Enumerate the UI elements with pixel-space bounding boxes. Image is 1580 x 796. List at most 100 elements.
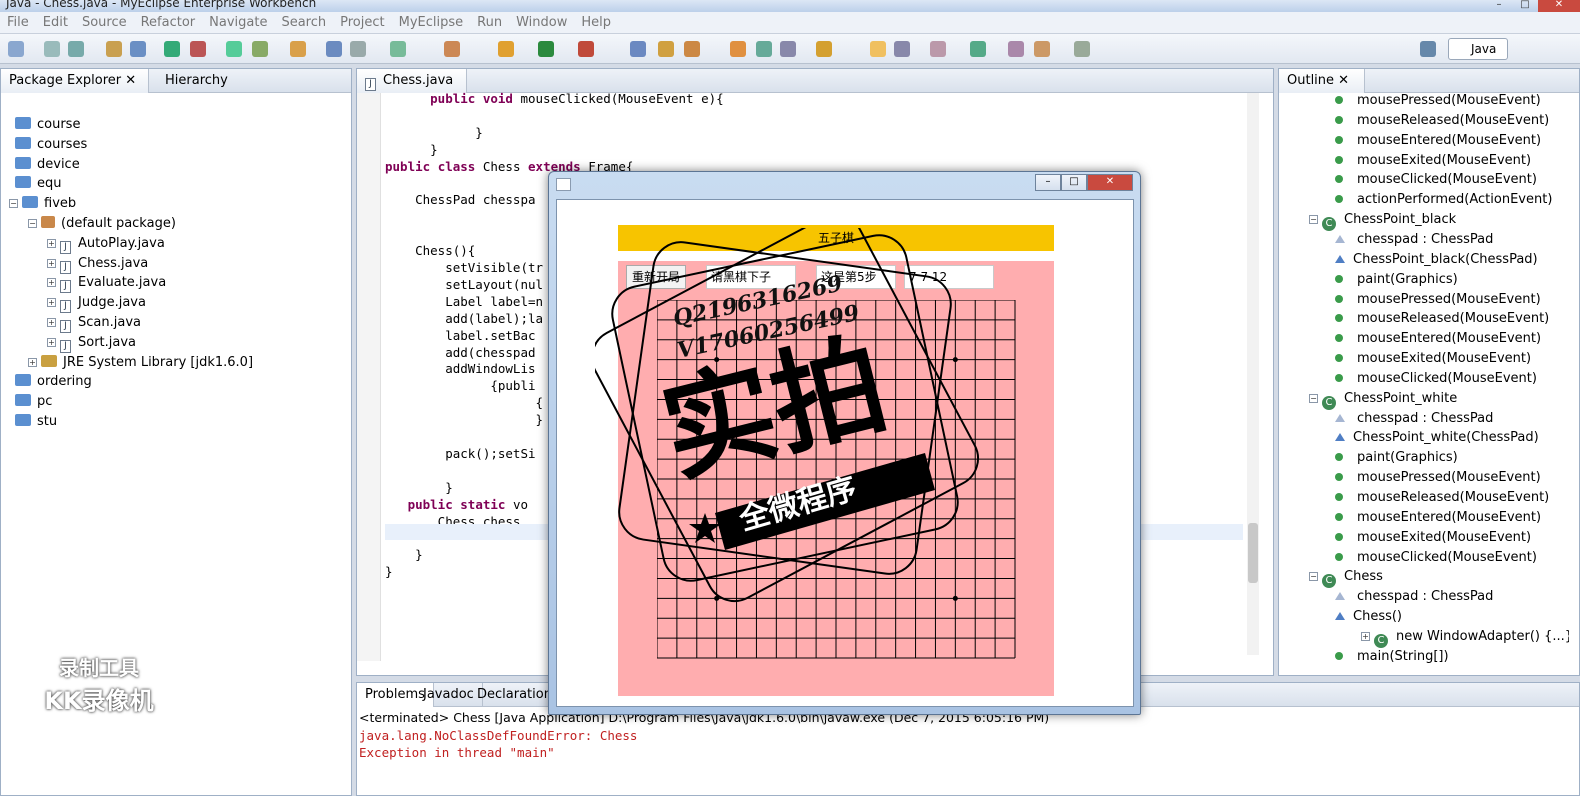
toolbar-icon[interactable]: [390, 41, 406, 57]
toolbar-icon[interactable]: [684, 41, 700, 57]
tree-item[interactable]: ordering: [15, 372, 92, 392]
toolbar-icon[interactable]: [630, 41, 646, 57]
close-icon[interactable]: ✕: [1087, 174, 1133, 191]
outline-item[interactable]: mouseClicked(MouseEvent): [1335, 548, 1537, 568]
collapse-icon[interactable]: −: [1309, 572, 1318, 582]
outline-item[interactable]: mouseReleased(MouseEvent): [1335, 309, 1549, 329]
toolbar-icon[interactable]: [226, 41, 242, 57]
toolbar-icon[interactable]: [1074, 41, 1090, 57]
tree-item[interactable]: + J Evaluate.java: [47, 273, 166, 294]
expand-icon[interactable]: +: [28, 357, 37, 367]
collapse-icon[interactable]: −: [9, 199, 18, 209]
outline-item[interactable]: ChessPoint_white(ChessPad): [1335, 428, 1539, 448]
maximize-icon[interactable]: □: [1061, 174, 1087, 191]
toolbar-icon[interactable]: [1008, 41, 1024, 57]
toolbar-icon[interactable]: [894, 41, 910, 57]
toolbar-icon[interactable]: [1034, 41, 1050, 57]
menu-item-run[interactable]: Run: [470, 15, 509, 30]
outline-item[interactable]: Chess(): [1335, 607, 1402, 627]
outline-item[interactable]: mouseEntered(MouseEvent): [1335, 329, 1541, 349]
collapse-icon[interactable]: −: [28, 219, 37, 228]
toolbar-icon[interactable]: [756, 41, 772, 57]
toolbar-icon[interactable]: [8, 41, 24, 57]
outline-item[interactable]: chesspad : ChessPad: [1335, 409, 1493, 429]
toolbar-icon[interactable]: [106, 41, 122, 57]
expand-icon[interactable]: +: [47, 278, 56, 288]
tree-item[interactable]: device: [15, 155, 80, 175]
expand-icon[interactable]: +: [47, 238, 56, 248]
tree-item[interactable]: + JRE System Library [jdk1.6.0]: [28, 353, 253, 373]
menu-item-source[interactable]: Source: [75, 15, 134, 30]
close-icon[interactable]: ✕: [1538, 0, 1580, 12]
toolbar-icon[interactable]: [498, 41, 514, 57]
outline-item[interactable]: − C ChessPoint_white: [1309, 389, 1457, 410]
toolbar-icon[interactable]: [658, 41, 674, 57]
outline-item[interactable]: mouseEntered(MouseEvent): [1335, 131, 1541, 151]
tree-item[interactable]: + J Sort.java: [47, 333, 136, 353]
menu-item-window[interactable]: Window: [509, 15, 574, 30]
toolbar-icon[interactable]: [68, 41, 84, 57]
tree-item[interactable]: stu: [15, 412, 57, 432]
outline-item[interactable]: mousePressed(MouseEvent): [1335, 468, 1541, 488]
toolbar-icon[interactable]: [970, 41, 986, 57]
expand-icon[interactable]: +: [47, 298, 56, 308]
outline-item[interactable]: mouseExited(MouseEvent): [1335, 349, 1531, 369]
tree-item[interactable]: + J Chess.java: [47, 254, 148, 274]
maximize-icon[interactable]: □: [1512, 0, 1538, 12]
toolbar-icon[interactable]: [290, 41, 306, 57]
expand-icon[interactable]: +: [47, 337, 56, 347]
menu-item-search[interactable]: Search: [274, 15, 333, 30]
toolbar-icon[interactable]: [578, 41, 594, 57]
toolbar-icon[interactable]: [326, 41, 342, 57]
menu-item-refactor[interactable]: Refactor: [134, 15, 203, 30]
outline-item[interactable]: mouseClicked(MouseEvent): [1335, 369, 1537, 389]
minimize-icon[interactable]: –: [1486, 0, 1512, 12]
outline-item[interactable]: mouseExited(MouseEvent): [1335, 151, 1531, 171]
expand-icon[interactable]: +: [47, 318, 56, 327]
tab-package-explorer[interactable]: Package Explorer ✕: [1, 69, 149, 93]
outline-item[interactable]: mouseReleased(MouseEvent): [1335, 488, 1549, 508]
outline-item[interactable]: chesspad : ChessPad: [1335, 230, 1493, 250]
expand-icon[interactable]: +: [1361, 631, 1370, 641]
toolbar-icon[interactable]: [870, 41, 886, 57]
outline-item[interactable]: mousePressed(MouseEvent): [1335, 290, 1541, 310]
outline-item[interactable]: mousePressed(MouseEvent): [1335, 91, 1541, 111]
toolbar-icon[interactable]: [816, 41, 832, 57]
outline-item[interactable]: mouseEntered(MouseEvent): [1335, 508, 1541, 528]
java-perspective-button[interactable]: Java: [1448, 38, 1508, 60]
collapse-icon[interactable]: −: [1309, 215, 1318, 225]
expand-icon[interactable]: +: [47, 258, 56, 268]
toolbar-icon[interactable]: [780, 41, 796, 57]
outline-item[interactable]: main(String[]): [1335, 647, 1449, 667]
menu-item-file[interactable]: File: [0, 15, 36, 30]
toolbar-icon[interactable]: [1420, 41, 1436, 57]
menu-item-project[interactable]: Project: [333, 15, 391, 30]
tree-item[interactable]: pc: [15, 392, 52, 412]
outline-item[interactable]: mouseClicked(MouseEvent): [1335, 170, 1537, 190]
tree-item[interactable]: − (default package): [28, 214, 176, 234]
tab-hierarchy[interactable]: Hierarchy: [157, 69, 228, 93]
outline-item[interactable]: chesspad : ChessPad: [1335, 587, 1493, 607]
toolbar-icon[interactable]: [730, 41, 746, 57]
toolbar-icon[interactable]: [350, 41, 366, 57]
tree-item[interactable]: course: [15, 115, 80, 135]
outline-item[interactable]: actionPerformed(ActionEvent): [1335, 190, 1552, 210]
tree-item[interactable]: equ: [15, 174, 62, 194]
tab-chess-java[interactable]: JChess.java ✕: [357, 69, 467, 112]
tree-item[interactable]: courses: [15, 135, 87, 155]
menu-item-navigate[interactable]: Navigate: [202, 15, 274, 30]
toolbar-icon[interactable]: [190, 41, 206, 57]
toolbar-icon[interactable]: [252, 41, 268, 57]
toolbar-icon[interactable]: [164, 41, 180, 57]
outline-item[interactable]: paint(Graphics): [1335, 448, 1458, 468]
outline-item[interactable]: paint(Graphics): [1335, 270, 1458, 290]
outline-item[interactable]: − C Chess: [1309, 567, 1383, 589]
minimize-icon[interactable]: –: [1035, 174, 1061, 191]
collapse-icon[interactable]: −: [1309, 393, 1318, 403]
outline-item[interactable]: mouseReleased(MouseEvent): [1335, 111, 1549, 131]
menu-item-myeclipse[interactable]: MyEclipse: [392, 15, 471, 30]
menu-item-edit[interactable]: Edit: [36, 15, 75, 30]
tree-item[interactable]: + J AutoPlay.java: [47, 234, 165, 254]
toolbar-icon[interactable]: [444, 41, 460, 57]
outline-item[interactable]: ChessPoint_black(ChessPad): [1335, 250, 1538, 270]
